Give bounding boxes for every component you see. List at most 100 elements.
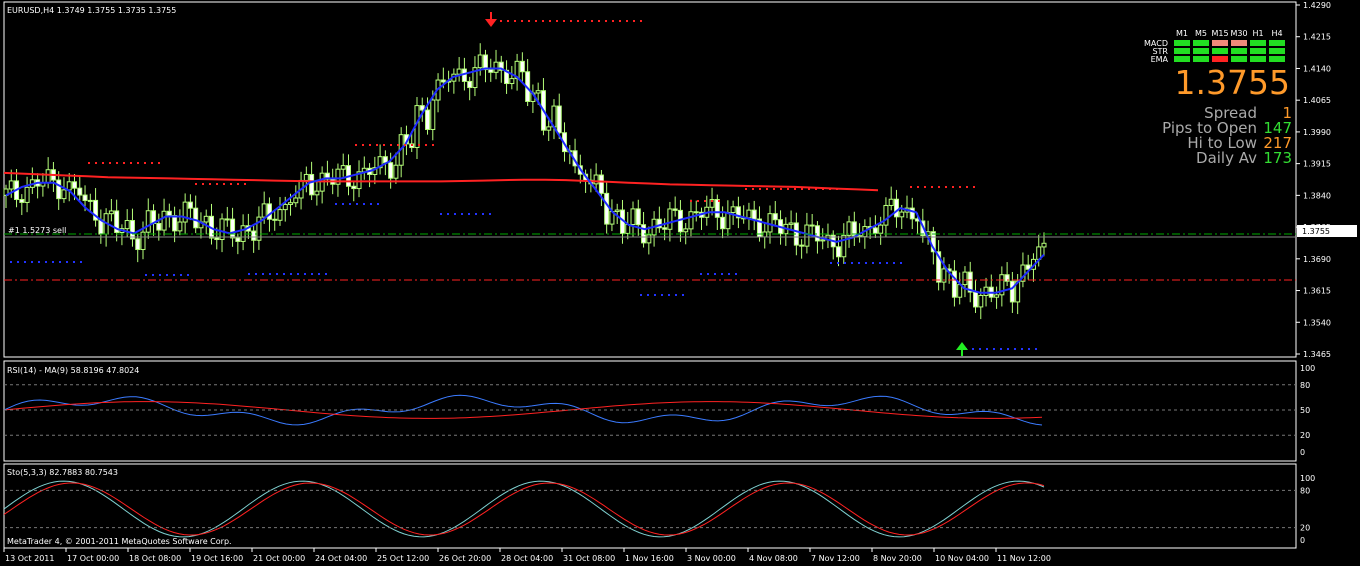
level-dot — [1000, 348, 1002, 350]
level-dot — [735, 273, 737, 275]
level-dot — [489, 213, 491, 215]
candle-body — [440, 79, 446, 83]
candle-body — [261, 203, 267, 218]
candle-body — [767, 213, 773, 233]
candle-body — [804, 224, 810, 247]
level-dot — [959, 186, 961, 188]
trading-chart[interactable]: 1.4290 1.4215 1.4140 1.4065 1.3990 1.3915 1.38… — [0, 0, 1360, 566]
level-dot — [830, 262, 832, 264]
chart-header: EURUSD,H4 1.3749 1.3755 1.3735 1.3755 — [7, 6, 176, 15]
level-dot — [216, 183, 218, 185]
time-tick-label: 24 Oct 04:00 — [315, 554, 367, 563]
level-dot — [342, 203, 344, 205]
level-dot — [237, 183, 239, 185]
level-dot — [829, 188, 831, 190]
price-tick-label: 1.3615 — [1303, 287, 1331, 296]
level-dot — [759, 188, 761, 190]
level-dot — [335, 203, 337, 205]
level-dot — [166, 274, 168, 276]
level-dot — [910, 186, 912, 188]
candle-body — [646, 234, 652, 244]
level-dot — [690, 200, 692, 202]
candle-body — [277, 209, 283, 221]
level-dot — [584, 20, 586, 22]
candle-body — [714, 199, 720, 218]
candle-body — [193, 207, 199, 229]
level-dot — [612, 20, 614, 22]
rsi-level-label: 20 — [1300, 431, 1310, 440]
level-dot — [187, 274, 189, 276]
candle-body — [635, 208, 641, 226]
signal-cell — [1212, 56, 1228, 62]
time-tick-label: 11 Nov 12:00 — [997, 554, 1051, 563]
level-dot — [95, 162, 97, 164]
candle-body — [230, 218, 236, 239]
candle-body — [129, 220, 135, 240]
stoch-level-label: 80 — [1300, 486, 1310, 495]
stat-value: 173 — [1263, 149, 1292, 167]
level-dot — [500, 20, 502, 22]
level-dot — [304, 273, 306, 275]
signal-cell — [1269, 56, 1285, 62]
level-dot — [822, 188, 824, 190]
signal-cell — [1250, 40, 1266, 46]
level-dot — [780, 188, 782, 190]
candle-body — [425, 109, 431, 130]
candle-body — [872, 227, 878, 234]
candle-body — [135, 238, 141, 251]
candle-body — [140, 231, 146, 251]
level-dot — [836, 188, 838, 190]
level-dot — [355, 144, 357, 146]
time-tick-label: 28 Oct 04:00 — [501, 554, 553, 563]
level-dot — [311, 273, 313, 275]
level-dot — [570, 20, 572, 22]
level-dot — [151, 162, 153, 164]
time-tick-label: 4 Nov 08:00 — [749, 554, 798, 563]
level-dot — [180, 274, 182, 276]
rsi-level-label: 50 — [1300, 406, 1310, 415]
candle-body — [535, 90, 541, 94]
level-dot — [383, 144, 385, 146]
candle-body — [87, 199, 93, 202]
candle-body — [772, 213, 778, 221]
candle-body — [630, 208, 636, 226]
time-tick-label: 10 Nov 04:00 — [935, 554, 989, 563]
level-dot — [542, 20, 544, 22]
level-dot — [945, 186, 947, 188]
level-dot — [993, 348, 995, 350]
candle-body — [788, 222, 794, 225]
level-dot — [619, 20, 621, 22]
rsi-panel[interactable] — [3, 360, 1297, 462]
level-dot — [38, 261, 40, 263]
level-dot — [675, 294, 677, 296]
price-tick-label: 1.4140 — [1303, 64, 1331, 73]
timeframe-label: M15 — [1211, 29, 1228, 38]
candle-body — [720, 216, 726, 230]
level-dot — [144, 162, 146, 164]
level-dot — [88, 162, 90, 164]
rsi-header: RSI(14) - MA(9) 58.8196 47.8024 — [7, 366, 139, 375]
level-dot — [102, 162, 104, 164]
level-dot — [404, 144, 406, 146]
level-dot — [202, 183, 204, 185]
candle-body — [314, 190, 320, 196]
time-tick-label: 19 Oct 16:00 — [191, 554, 243, 563]
level-dot — [418, 144, 420, 146]
level-dot — [591, 20, 593, 22]
level-dot — [109, 162, 111, 164]
level-dot — [362, 144, 364, 146]
candle-body — [519, 60, 525, 73]
price-tick-label: 1.4215 — [1303, 33, 1331, 42]
level-dot — [886, 262, 888, 264]
rsi-level-label: 80 — [1300, 381, 1310, 390]
candle-body — [730, 206, 736, 213]
level-dot — [397, 144, 399, 146]
level-dot — [145, 274, 147, 276]
candle-body — [219, 218, 225, 241]
level-dot — [507, 20, 509, 22]
candle-body — [688, 211, 694, 230]
level-dot — [223, 183, 225, 185]
level-dot — [123, 162, 125, 164]
level-dot — [158, 162, 160, 164]
candle-body — [593, 174, 599, 185]
